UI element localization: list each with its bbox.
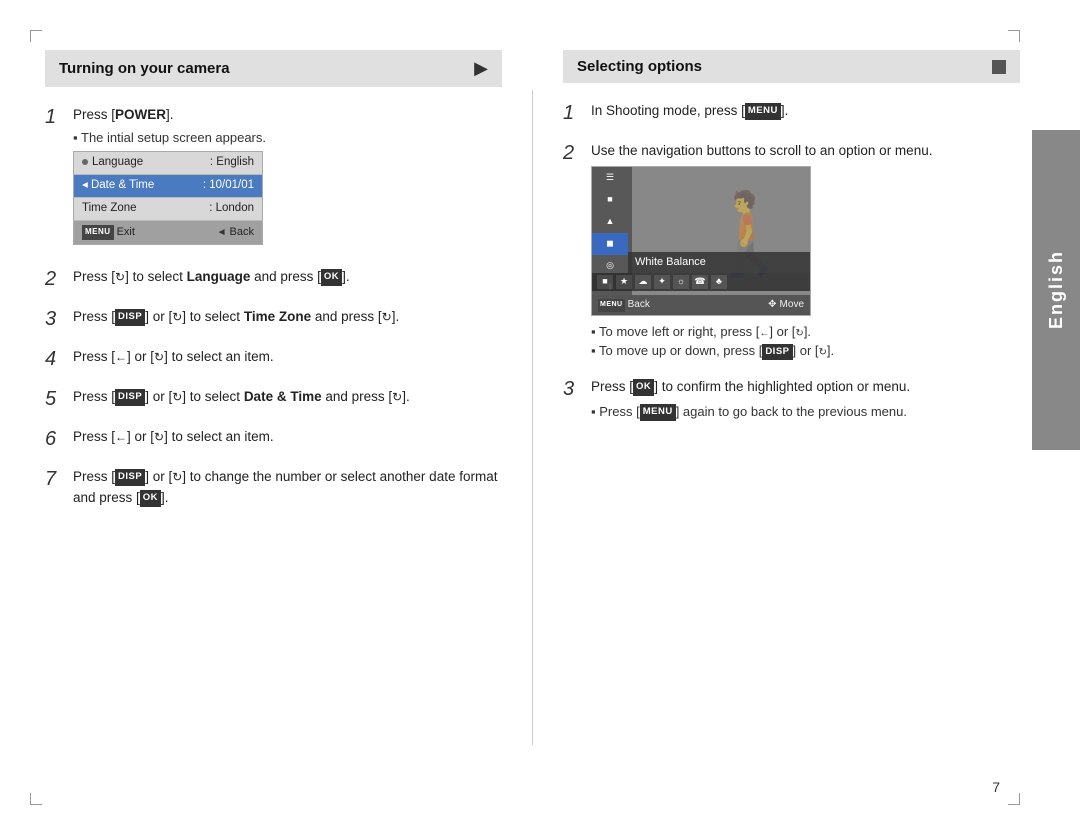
step-2-content: Press [↻] to select Language and press [… <box>73 267 502 288</box>
step-2: 2 Press [↻] to select Language and press… <box>45 267 502 291</box>
right-column: Selecting options 1 In Shooting mode, pr… <box>563 50 1020 785</box>
step-1-content: Press [POWER]. The intial setup screen a… <box>73 105 502 251</box>
wb-footer: MENU Back ✥ Move <box>592 295 810 315</box>
wb-icon-1: ☰ <box>592 167 628 189</box>
side-tab-label: English <box>1046 250 1067 329</box>
left-section-title: Turning on your camera <box>59 60 230 77</box>
side-tab: English <box>1032 130 1080 450</box>
note-2: To move up or down, press [DISP] or [↻]. <box>591 341 1020 361</box>
wb-footer-left: MENU Back <box>598 297 650 313</box>
lcd-exit-label: Exit <box>117 224 135 241</box>
step-3-bullet: Press [MENU] again to go back to the pre… <box>591 402 1020 422</box>
right-header-square <box>992 60 1006 74</box>
right-step-2-num: 2 <box>563 141 581 165</box>
step-6-num: 6 <box>45 427 63 451</box>
wb-bottom-icon-1: ■ <box>597 275 613 289</box>
step-7: 7 Press [DISP] or [↻] to change the numb… <box>45 467 502 509</box>
wb-icon-2: ■ <box>592 189 628 211</box>
left-column: Turning on your camera ▶ 1 Press [POWER]… <box>45 50 502 785</box>
right-step-1-content: In Shooting mode, press [MENU]. <box>591 101 1020 122</box>
wb-bottom-icon-5: ☼ <box>673 275 689 289</box>
note-1: To move left or right, press [←] or [↻]. <box>591 322 1020 342</box>
corner-mark-br <box>1008 793 1020 805</box>
lcd-back-arrow: ◄ <box>217 225 227 241</box>
step-1-bullet: The intial setup screen appears. <box>73 128 502 148</box>
step-4-content: Press [←] or [↻] to select an item. <box>73 347 502 368</box>
wb-bottom-icon-4: ✦ <box>654 275 670 289</box>
step-4-num: 4 <box>45 347 63 371</box>
step-3: 3 Press [DISP] or [↻] to select Time Zon… <box>45 307 502 331</box>
right-step-1-num: 1 <box>563 101 581 125</box>
wb-bottom-icon-3: ☁ <box>635 275 651 289</box>
step-5-content: Press [DISP] or [↻] to select Date & Tim… <box>73 387 502 408</box>
step-3-num: 3 <box>45 307 63 331</box>
wb-icons-bottom: ■ ★ ☁ ✦ ☼ ☎ ♣ <box>592 273 810 291</box>
right-step-3-num: 3 <box>563 377 581 401</box>
wb-icon-4-active: ◼ <box>592 233 628 255</box>
right-step-3: 3 Press [OK] to confirm the highlighted … <box>563 377 1020 421</box>
lcd-row-datetime: ◂ Date & Time : 10/01/01 <box>74 175 262 198</box>
wb-bottom-icon-6: ☎ <box>692 275 708 289</box>
step-6: 6 Press [←] or [↻] to select an item. <box>45 427 502 451</box>
left-section-header: Turning on your camera ▶ <box>45 50 502 87</box>
lcd-row-timezone: Time Zone : London <box>74 198 262 221</box>
lcd-screen: Language : English ◂ Date & Time : 10/01… <box>73 151 263 244</box>
corner-mark-tr <box>1008 30 1020 42</box>
corner-mark-bl <box>30 793 42 805</box>
column-divider <box>532 90 533 745</box>
wb-bottom-icon-7: ♣ <box>711 275 727 289</box>
wb-screen: 🚶 ☰ ■ ▲ ◼ ◎ ⇧ White Balance <box>591 166 811 316</box>
wb-label: White Balance <box>628 252 810 273</box>
wb-icon-3: ▲ <box>592 211 628 233</box>
step-2-num: 2 <box>45 267 63 291</box>
step-1-num: 1 <box>45 105 63 129</box>
wb-menu-icon: MENU <box>598 299 625 312</box>
step-2-notes: To move left or right, press [←] or [↻].… <box>591 322 1020 361</box>
step-5: 5 Press [DISP] or [↻] to select Date & T… <box>45 387 502 411</box>
wb-back-label: Back <box>628 297 650 313</box>
step-3-content: Press [DISP] or [↻] to select Time Zone … <box>73 307 502 328</box>
right-step-1: 1 In Shooting mode, press [MENU]. <box>563 101 1020 125</box>
right-step-2: 2 Use the navigation buttons to scroll t… <box>563 141 1020 361</box>
wb-bottom-icon-2: ★ <box>616 275 632 289</box>
step-1: 1 Press [POWER]. The intial setup screen… <box>45 105 502 251</box>
lcd-back-label: Back <box>230 224 254 241</box>
lcd-menu-icon: MENU <box>82 225 114 239</box>
right-section-header: Selecting options <box>563 50 1020 83</box>
right-step-3-content: Press [OK] to confirm the highlighted op… <box>591 377 1020 421</box>
step-6-content: Press [←] or [↻] to select an item. <box>73 427 502 448</box>
right-step-2-content: Use the navigation buttons to scroll to … <box>591 141 1020 361</box>
wb-move-icon: ✥ <box>768 297 776 313</box>
right-section-title: Selecting options <box>577 58 702 75</box>
corner-mark-tl <box>30 30 42 42</box>
left-header-arrow: ▶ <box>474 58 488 79</box>
wb-move-label: Move <box>780 297 804 313</box>
step-5-num: 5 <box>45 387 63 411</box>
step-7-content: Press [DISP] or [↻] to change the number… <box>73 467 502 509</box>
wb-footer-right: ✥ Move <box>768 297 804 313</box>
lcd-row-language: Language : English <box>74 152 262 175</box>
lcd-footer: MENU Exit ◄ Back <box>74 221 262 244</box>
step-4: 4 Press [←] or [↻] to select an item. <box>45 347 502 371</box>
step-7-num: 7 <box>45 467 63 491</box>
main-content: Turning on your camera ▶ 1 Press [POWER]… <box>45 50 1020 785</box>
